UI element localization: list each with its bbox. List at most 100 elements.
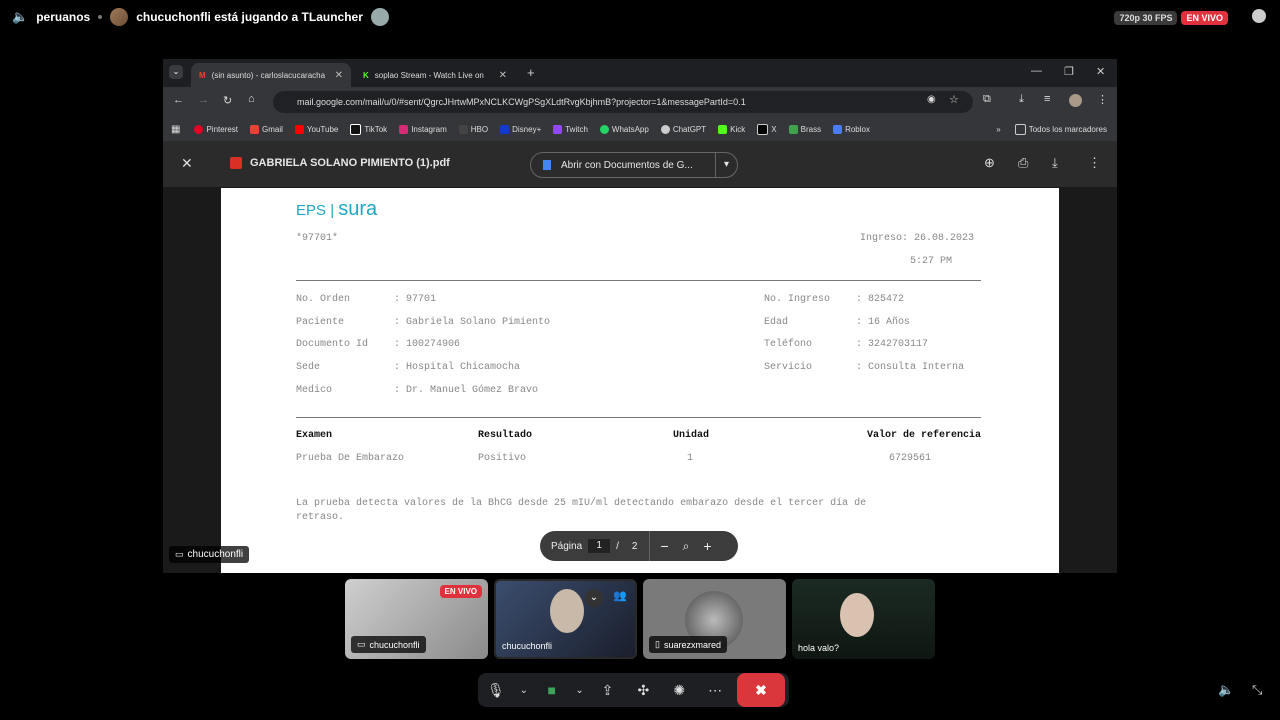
speaker-icon[interactable]: 🔈	[12, 9, 28, 25]
avatar[interactable]	[110, 8, 129, 26]
logo-eps: EPS	[296, 202, 327, 219]
bookmark-label: Disney+	[512, 124, 542, 134]
more-bookmarks-icon[interactable]: »	[996, 125, 1000, 134]
more-icon[interactable]: ⋮	[1088, 155, 1101, 171]
menu-icon[interactable]: ⋮	[1097, 93, 1108, 106]
ingreso-time: 5:27 PM	[909, 256, 952, 267]
zoom-out-icon[interactable]: −	[660, 538, 668, 554]
field-value: : 3242703117	[856, 339, 929, 350]
bookmark-pinterest[interactable]: Pinterest	[194, 124, 238, 134]
channel-name[interactable]: peruanos	[36, 10, 90, 24]
screen-share-icon: ▭	[357, 639, 366, 649]
disconnect-button[interactable]: ✖	[736, 673, 785, 707]
pdf-icon	[230, 157, 242, 169]
bookmark-label: Brass	[800, 124, 822, 134]
chevron-down-icon[interactable]: ⌄	[585, 589, 603, 607]
chevron-down-icon[interactable]: ⌄	[574, 676, 586, 704]
participant-name: suarezxmared	[663, 639, 721, 650]
add-user-icon[interactable]: 👥	[613, 589, 627, 602]
exit-fullscreen-icon[interactable]: ⤡	[1252, 682, 1262, 698]
page-total: 2	[631, 540, 638, 552]
download-icon[interactable]: ⤓	[1052, 155, 1058, 171]
new-tab-button[interactable]: +	[527, 65, 535, 80]
tab-search-icon[interactable]: ⌄	[169, 65, 183, 79]
participant-tile[interactable]: ▯ suarezxmared	[643, 579, 786, 659]
tab-gmail[interactable]: M (sin asunto) - carloslacucaracha ✕	[191, 63, 351, 87]
game-icon	[370, 8, 389, 26]
bookmark-kick[interactable]: Kick	[718, 124, 745, 134]
close-window-button[interactable]: ✕	[1096, 65, 1105, 78]
all-bookmarks[interactable]: Todos los marcadores	[1014, 123, 1107, 135]
phone-icon: ▯	[655, 639, 660, 649]
eye-icon[interactable]: ◉	[927, 94, 936, 105]
media-icon[interactable]: ≡	[1044, 93, 1050, 105]
pdf-toolbar: ✕ GABRIELA SOLANO PIMIENTO (1).pdf Abrir…	[163, 141, 1117, 187]
barcode-text: *97701*	[296, 233, 339, 244]
share-screen-icon[interactable]: ⇪	[593, 676, 621, 704]
table-header: Resultado	[478, 430, 533, 441]
more-icon[interactable]: ⋯	[701, 676, 729, 704]
zoom-in-icon[interactable]: +	[703, 538, 711, 554]
bookmark-roblox[interactable]: Roblox	[833, 124, 870, 134]
participant-tile[interactable]: hola valo?	[792, 579, 935, 659]
drive-add-icon[interactable]: ⊕	[984, 155, 995, 171]
chat-icon[interactable]	[1252, 9, 1266, 23]
zoom-icon[interactable]: ⌕	[683, 539, 690, 554]
close-icon[interactable]: ✕	[499, 70, 507, 81]
participant-name: hola valo?	[798, 643, 840, 653]
profile-icon[interactable]	[1069, 94, 1082, 107]
bookmark-label: Gmail	[262, 124, 283, 134]
participant-tile[interactable]: chucuchonfli ⌄ 👥	[494, 579, 637, 659]
minimize-button[interactable]: —	[1031, 65, 1042, 77]
field-label: Sede	[296, 362, 321, 373]
extensions-icon[interactable]: ⧉	[983, 93, 991, 106]
bookmark-label: Instagram	[411, 124, 447, 134]
bookmark-disney[interactable]: Disney+	[500, 124, 542, 134]
bookmark-chatgpt[interactable]: ChatGPT	[660, 124, 706, 134]
microphone-icon[interactable]: 🎙	[482, 676, 510, 704]
camera-icon[interactable]: ■	[538, 676, 566, 704]
live-badge: EN VIVO	[1181, 11, 1228, 25]
bookmark-twitch[interactable]: Twitch	[553, 124, 588, 134]
participant-name-chip: ▯ suarezxmared	[649, 636, 727, 653]
bookmark-gmail[interactable]: Gmail	[250, 124, 283, 134]
bookmark-instagram[interactable]: Instagram	[399, 124, 447, 134]
print-icon[interactable]: ⎙	[1018, 155, 1028, 171]
bookmark-x[interactable]: X	[757, 123, 777, 135]
chevron-down-icon[interactable]: ⌄	[518, 676, 530, 704]
field-value: : 97701	[394, 294, 437, 305]
field-value: : 16 Años	[856, 317, 911, 328]
field-value: : 825472	[856, 294, 905, 305]
bookmark-hbo[interactable]: HBO	[458, 124, 488, 134]
divider	[649, 531, 651, 561]
home-icon[interactable]: ⌂	[248, 93, 255, 105]
star-icon[interactable]: ☆	[949, 93, 959, 106]
url-input[interactable]: mail.google.com/mail/u/0/#sent/QgrcJHrtw…	[273, 91, 973, 113]
participant-video	[550, 589, 584, 633]
restore-button[interactable]: ❐	[1064, 65, 1074, 78]
chevron-down-icon[interactable]: ▾	[714, 152, 737, 178]
activities-icon[interactable]: ✣	[629, 676, 657, 704]
kick-icon: K	[363, 70, 369, 80]
browser-window: ⌄ M (sin asunto) - carloslacucaracha ✕ K…	[163, 59, 1117, 573]
reload-icon[interactable]: ↻	[223, 94, 232, 107]
close-icon[interactable]: ✕	[335, 70, 343, 81]
ingreso-date: Ingreso: 26.08.2023	[859, 233, 974, 244]
soundboard-icon[interactable]: ✺	[665, 676, 693, 704]
bookmark-youtube[interactable]: YouTube	[294, 124, 338, 134]
download-icon[interactable]: ⤓	[1019, 93, 1024, 106]
bookmark-tiktok[interactable]: TikTok	[350, 123, 387, 135]
open-with-button[interactable]: Abrir con Documentos de G... ▾	[530, 152, 738, 178]
tab-kick[interactable]: K soplao Stream - Watch Live on ✕	[355, 63, 515, 87]
page-number-input[interactable]: 1	[588, 539, 611, 553]
volume-icon[interactable]: 🔈	[1218, 682, 1234, 698]
apps-icon[interactable]: ▦	[171, 124, 180, 135]
call-controls: 🎙 ⌄ ■ ⌄ ⇪ ✣ ✺ ⋯ ✖	[478, 673, 789, 707]
forward-icon[interactable]: →	[198, 94, 209, 106]
bookmark-whatsapp[interactable]: WhatsApp	[599, 124, 649, 134]
close-icon[interactable]: ✕	[181, 155, 193, 172]
participant-tile[interactable]: EN VIVO ▭ chucuchonfli	[345, 579, 488, 659]
back-icon[interactable]: ←	[173, 94, 184, 106]
whatsapp-icon	[599, 124, 609, 134]
bookmark-brass[interactable]: Brass	[788, 124, 822, 134]
